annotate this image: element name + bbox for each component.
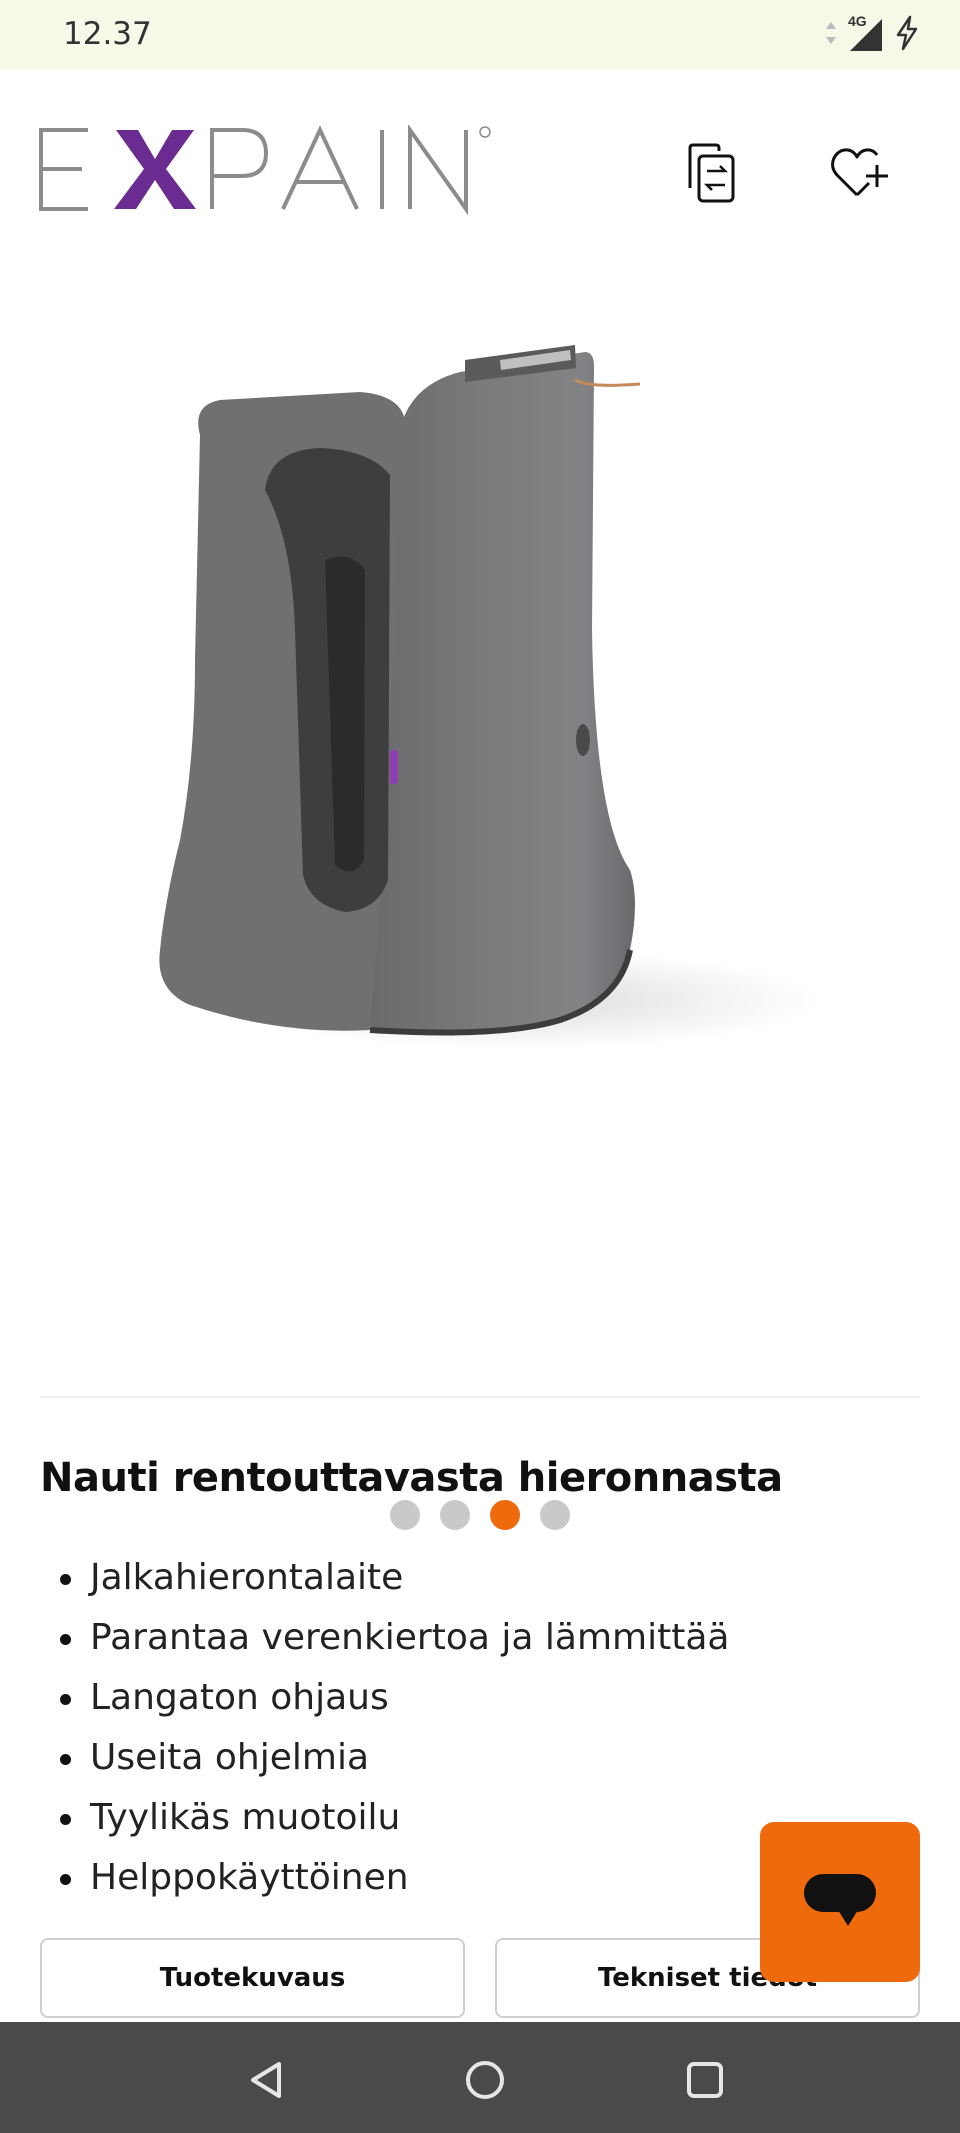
home-icon [463, 2058, 507, 2107]
status-bar: 12.37 4G [0, 0, 960, 70]
compare-button[interactable] [665, 130, 755, 220]
chat-bubble-icon [800, 1868, 880, 1937]
status-icons: 4G [824, 13, 920, 56]
wishlist-button[interactable] [815, 130, 905, 220]
network-type: 4G [848, 13, 867, 29]
feature-item: Helppokäyttöinen [40, 1848, 729, 1908]
signal-icon: 4G [848, 13, 884, 53]
system-navigation-bar [0, 2022, 960, 2133]
site-header [0, 70, 960, 265]
charging-icon [894, 15, 920, 56]
product-image-carousel[interactable] [0, 265, 960, 1530]
product-title: Nauti rentouttavasta hieronnasta [40, 1455, 783, 1501]
chat-button[interactable] [760, 1822, 920, 1982]
compare-icon [682, 142, 738, 209]
feature-item: Parantaa verenkiertoa ja lämmittää [40, 1608, 729, 1668]
back-button[interactable] [237, 2052, 297, 2112]
feature-item: Jalkahierontalaite [40, 1548, 729, 1608]
wishlist-add-icon [829, 145, 891, 206]
home-button[interactable] [455, 2052, 515, 2112]
brand-logo[interactable] [38, 123, 498, 216]
feature-item: Useita ohjelmia [40, 1728, 729, 1788]
feature-item: Tyylikäs muotoilu [40, 1788, 729, 1848]
feature-item: Langaton ohjaus [40, 1668, 729, 1728]
carousel-dot-1[interactable] [390, 1500, 420, 1530]
data-arrows-icon [824, 20, 838, 51]
carousel-dot-2[interactable] [440, 1500, 470, 1530]
carousel-dot-4[interactable] [540, 1500, 570, 1530]
back-icon [245, 2058, 289, 2107]
foot-massager-product-photo [120, 300, 820, 1090]
product-description-button[interactable]: Tuotekuvaus [40, 1938, 465, 2018]
section-divider [40, 1396, 920, 1398]
carousel-dot-3-active[interactable] [490, 1500, 520, 1530]
feature-list: Jalkahierontalaite Parantaa verenkiertoa… [40, 1548, 729, 1908]
recents-button[interactable] [675, 2052, 735, 2112]
recents-icon [683, 2058, 727, 2107]
status-time: 12.37 [63, 16, 152, 52]
